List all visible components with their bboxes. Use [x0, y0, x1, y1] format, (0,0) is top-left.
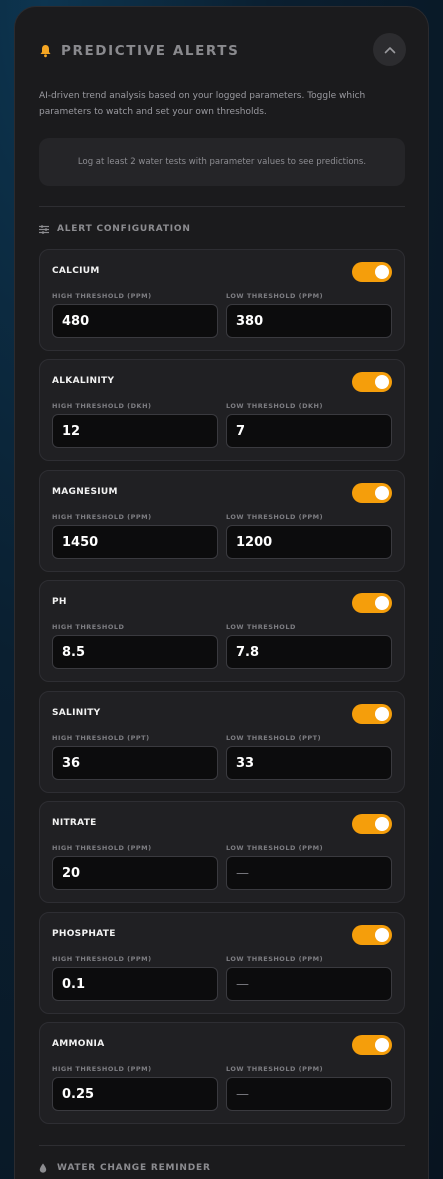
- parameter-name: AMMONIA: [52, 1039, 105, 1049]
- low-threshold-input[interactable]: —: [226, 1077, 392, 1111]
- notice-text: Log at least 2 water tests with paramete…: [77, 157, 367, 167]
- alert-toggle[interactable]: [352, 925, 392, 945]
- parameter-name: SALINITY: [52, 708, 101, 718]
- low-threshold-label: LOW THRESHOLD (PPM): [226, 292, 324, 300]
- predictive-alerts-panel: PREDICTIVE ALERTS AI-driven trend analys…: [14, 6, 429, 1179]
- parameter-name: MAGNESIUM: [52, 487, 118, 497]
- low-threshold-input[interactable]: 380: [226, 304, 392, 338]
- alert-toggle[interactable]: [352, 593, 392, 613]
- divider: [39, 1145, 405, 1146]
- low-threshold-input[interactable]: 7: [226, 414, 392, 448]
- high-threshold-input[interactable]: 0.25: [52, 1077, 218, 1111]
- chevron-up-icon: [384, 46, 395, 53]
- droplet-icon: [39, 1163, 49, 1173]
- alert-toggle[interactable]: [352, 814, 392, 834]
- low-threshold-label: LOW THRESHOLD: [226, 623, 296, 631]
- section-title: WATER CHANGE REMINDER: [57, 1163, 211, 1173]
- alert-toggle[interactable]: [352, 1035, 392, 1055]
- toggle-knob: [375, 817, 389, 831]
- prediction-notice: Log at least 2 water tests with paramete…: [39, 138, 405, 186]
- parameter-name: CALCIUM: [52, 266, 100, 276]
- high-threshold-input[interactable]: 12: [52, 414, 218, 448]
- sliders-icon: [39, 224, 49, 234]
- low-threshold-input[interactable]: —: [226, 856, 392, 890]
- parameter-name: PH: [52, 597, 67, 607]
- high-threshold-input[interactable]: 1450: [52, 525, 218, 559]
- low-threshold-input[interactable]: 7.8: [226, 635, 392, 669]
- panel-description: AI-driven trend analysis based on your l…: [39, 91, 366, 117]
- toggle-knob: [375, 265, 389, 279]
- panel-header: PREDICTIVE ALERTS: [39, 33, 406, 69]
- high-threshold-label: HIGH THRESHOLD (PPM): [52, 513, 152, 521]
- high-threshold-input[interactable]: 20: [52, 856, 218, 890]
- low-threshold-label: LOW THRESHOLD (PPM): [226, 513, 324, 521]
- parameter-card-calcium: CALCIUM HIGH THRESHOLD (PPM) LOW THRESHO…: [39, 249, 405, 351]
- parameter-card-phosphate: PHOSPHATE HIGH THRESHOLD (PPM) LOW THRES…: [39, 912, 405, 1014]
- parameter-card-ph: PH HIGH THRESHOLD LOW THRESHOLD 8.5 7.8: [39, 580, 405, 682]
- high-threshold-label: HIGH THRESHOLD (PPM): [52, 955, 152, 963]
- high-threshold-label: HIGH THRESHOLD (DKH): [52, 402, 152, 410]
- high-threshold-label: HIGH THRESHOLD (PPM): [52, 292, 152, 300]
- high-threshold-label: HIGH THRESHOLD (PPM): [52, 1065, 152, 1073]
- parameter-name: PHOSPHATE: [52, 929, 116, 939]
- low-threshold-label: LOW THRESHOLD (PPT): [226, 734, 322, 742]
- parameter-card-ammonia: AMMONIA HIGH THRESHOLD (PPM) LOW THRESHO…: [39, 1022, 405, 1124]
- parameter-name: ALKALINITY: [52, 376, 115, 386]
- parameter-card-magnesium: MAGNESIUM HIGH THRESHOLD (PPM) LOW THRES…: [39, 470, 405, 572]
- parameter-name: NITRATE: [52, 818, 97, 828]
- high-threshold-input[interactable]: 36: [52, 746, 218, 780]
- collapse-button[interactable]: [373, 33, 406, 66]
- divider: [39, 206, 405, 207]
- toggle-knob: [375, 707, 389, 721]
- low-threshold-label: LOW THRESHOLD (PPM): [226, 844, 324, 852]
- water-change-heading: WATER CHANGE REMINDER: [39, 1161, 211, 1175]
- toggle-knob: [375, 486, 389, 500]
- alert-toggle[interactable]: [352, 483, 392, 503]
- alert-toggle[interactable]: [352, 372, 392, 392]
- low-threshold-label: LOW THRESHOLD (PPM): [226, 955, 324, 963]
- alert-toggle[interactable]: [352, 262, 392, 282]
- panel-title: PREDICTIVE ALERTS: [61, 43, 240, 59]
- high-threshold-label: HIGH THRESHOLD (PPM): [52, 844, 152, 852]
- high-threshold-label: HIGH THRESHOLD: [52, 623, 125, 631]
- low-threshold-input[interactable]: 33: [226, 746, 392, 780]
- section-title: ALERT CONFIGURATION: [57, 224, 191, 234]
- high-threshold-label: HIGH THRESHOLD (PPT): [52, 734, 150, 742]
- parameter-card-salinity: SALINITY HIGH THRESHOLD (PPT) LOW THRESH…: [39, 691, 405, 793]
- high-threshold-input[interactable]: 0.1: [52, 967, 218, 1001]
- low-threshold-label: LOW THRESHOLD (PPM): [226, 1065, 324, 1073]
- toggle-knob: [375, 928, 389, 942]
- bell-icon: [39, 44, 53, 58]
- toggle-knob: [375, 596, 389, 610]
- alert-configuration-heading: ALERT CONFIGURATION: [39, 222, 191, 236]
- toggle-knob: [375, 1038, 389, 1052]
- high-threshold-input[interactable]: 480: [52, 304, 218, 338]
- low-threshold-label: LOW THRESHOLD (DKH): [226, 402, 323, 410]
- parameter-card-alkalinity: ALKALINITY HIGH THRESHOLD (DKH) LOW THRE…: [39, 359, 405, 461]
- low-threshold-input[interactable]: —: [226, 967, 392, 1001]
- high-threshold-input[interactable]: 8.5: [52, 635, 218, 669]
- toggle-knob: [375, 375, 389, 389]
- alert-toggle[interactable]: [352, 704, 392, 724]
- parameter-card-nitrate: NITRATE HIGH THRESHOLD (PPM) LOW THRESHO…: [39, 801, 405, 903]
- low-threshold-input[interactable]: 1200: [226, 525, 392, 559]
